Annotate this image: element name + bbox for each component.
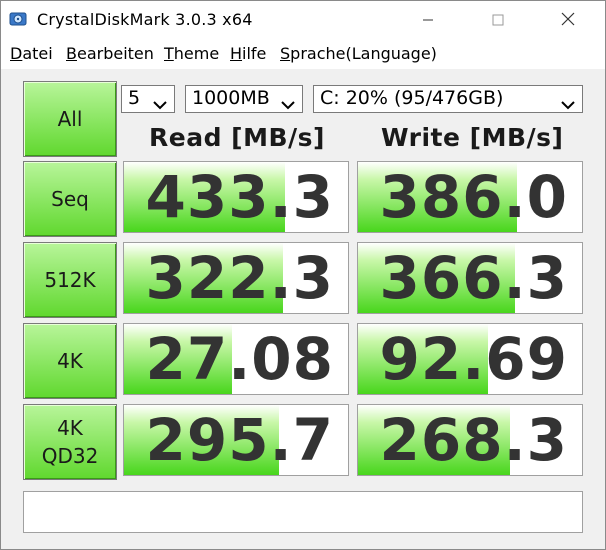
size-value: 1000MB [192, 87, 270, 109]
chevron-down-icon [152, 94, 168, 110]
chevron-down-icon [280, 94, 296, 110]
512k-write-result: 366.3 [357, 242, 583, 314]
menu-datei[interactable]: Datei [10, 44, 53, 63]
result-value: 27.08 [145, 325, 334, 393]
512k-read-result: 322.3 [123, 242, 349, 314]
seq-write-result: 386.0 [357, 161, 583, 233]
test-label-qd: QD32 [41, 444, 99, 468]
runs-value: 5 [128, 87, 141, 109]
run-all-button[interactable]: All [23, 81, 117, 157]
result-value: 322.3 [145, 244, 334, 312]
runs-select[interactable]: 5 [121, 85, 175, 113]
test-label: 4K [57, 349, 83, 373]
minimize-icon [422, 11, 434, 30]
close-icon [561, 11, 575, 30]
app-window: CrystalDiskMark 3.0.3 x64 Datei Bearbeit… [0, 0, 606, 550]
result-value: 366.3 [379, 244, 568, 312]
close-button[interactable] [545, 1, 591, 39]
menu-bearbeiten[interactable]: Bearbeiten [66, 44, 154, 63]
chevron-down-icon [560, 94, 576, 110]
test-label: 4K [57, 416, 83, 440]
read-header: Read [MB/s] [149, 123, 325, 152]
result-value: 92.69 [379, 325, 568, 393]
result-value: 268.3 [379, 406, 568, 474]
minimize-button[interactable] [405, 1, 451, 39]
run-all-label: All [57, 107, 83, 131]
4k-qd32-test-button[interactable]: 4K QD32 [23, 404, 117, 480]
result-value: 386.0 [379, 163, 568, 231]
seq-test-button[interactable]: Seq [23, 161, 117, 237]
size-select[interactable]: 1000MB [185, 85, 303, 113]
result-value: 433.3 [145, 163, 334, 231]
drive-select[interactable]: C: 20% (95/476GB) [313, 85, 583, 113]
write-header: Write [MB/s] [381, 123, 564, 152]
menu-theme[interactable]: Theme [164, 44, 219, 63]
4k-read-result: 27.08 [123, 323, 349, 395]
window-title: CrystalDiskMark 3.0.3 x64 [37, 10, 253, 29]
menu-bar: Datei Bearbeiten Theme Hilfe Sprache(Lan… [1, 39, 605, 69]
title-bar[interactable]: CrystalDiskMark 3.0.3 x64 [1, 1, 605, 39]
menu-sprache[interactable]: Sprache(Language) [280, 44, 437, 63]
maximize-button[interactable] [475, 1, 521, 39]
drive-value: C: 20% (95/476GB) [320, 87, 504, 109]
4k-test-button[interactable]: 4K [23, 323, 117, 399]
4k-write-result: 92.69 [357, 323, 583, 395]
test-label: Seq [51, 187, 89, 211]
4k-qd32-write-result: 268.3 [357, 404, 583, 476]
4k-qd32-read-result: 295.7 [123, 404, 349, 476]
comment-field[interactable] [23, 491, 583, 533]
crystaldiskmark-icon [9, 10, 27, 28]
seq-read-result: 433.3 [123, 161, 349, 233]
512k-test-button[interactable]: 512K [23, 242, 117, 318]
maximize-icon [492, 11, 504, 30]
menu-hilfe[interactable]: Hilfe [230, 44, 266, 63]
result-value: 295.7 [145, 406, 334, 474]
test-label: 512K [44, 268, 96, 292]
